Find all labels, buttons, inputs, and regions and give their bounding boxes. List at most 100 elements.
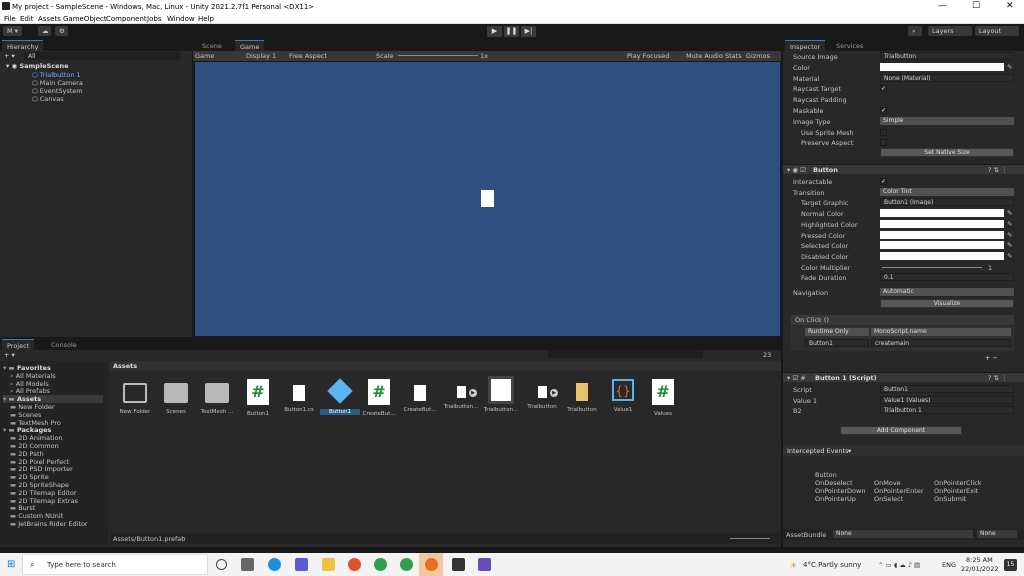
color-swatch[interactable] (880, 230, 1004, 239)
collapse-icon[interactable]: ▾ ◉ ☑ (787, 166, 806, 174)
add-remove-listener[interactable]: + − (985, 354, 998, 362)
tab-game[interactable]: Game (235, 40, 265, 51)
folder-tree-item[interactable]: ▬ Burst (10, 504, 35, 512)
folder-tree-item[interactable]: ▬ 2D Tilemap Extras (10, 497, 78, 505)
runtime-dropdown[interactable]: Runtime Only (805, 328, 869, 336)
language-indicator[interactable]: ENG (942, 561, 956, 569)
chrome-profile-icon[interactable] (400, 558, 413, 571)
asset-item[interactable]: TextMesh ... (197, 379, 237, 415)
visual-studio-icon[interactable] (478, 558, 491, 571)
hierarchy-search-input[interactable]: All (24, 52, 180, 60)
property-field[interactable]: Button1 (Image) (880, 198, 1014, 207)
layers-dropdown[interactable]: Layers (928, 26, 972, 36)
eyedropper-icon[interactable]: ✎ (1007, 220, 1012, 228)
folder-tree-item[interactable]: ▬ 2D SpriteShape (10, 481, 69, 489)
app-icon[interactable] (348, 558, 361, 571)
variant-dropdown[interactable]: None (977, 530, 1017, 538)
weather-text[interactable]: 4°C Partly sunny (803, 561, 861, 569)
folder-tree-item[interactable]: ▾ ▬ Favorites (3, 364, 51, 372)
trialbutton-sprite[interactable] (481, 190, 494, 207)
task-view-icon[interactable] (241, 558, 254, 571)
asset-item[interactable]: CreateBut... (400, 379, 440, 413)
tray-icons[interactable]: ⌃ ▭ ◖ ☁ ♪ ▤ (878, 561, 920, 569)
navigation-dropdown[interactable]: Automatic (880, 288, 1014, 296)
color-swatch[interactable] (880, 251, 1004, 260)
add-component-button[interactable]: Add Component (840, 426, 962, 435)
asset-item[interactable]: # Values (643, 379, 683, 417)
clock-time[interactable]: 8:25 AM (966, 556, 993, 564)
property-field[interactable]: 0.1 (880, 273, 1014, 282)
tab-inspector[interactable]: Inspector (785, 40, 826, 51)
asset-item[interactable]: {} Value1 (603, 379, 643, 413)
hierarchy-item-main-camera[interactable]: ⬡ Main Camera (32, 79, 83, 87)
game-dropdown[interactable]: Game (195, 52, 214, 60)
cortana-icon[interactable] (216, 559, 227, 570)
maximize-button[interactable]: ☐ (972, 1, 980, 11)
tab-project[interactable]: Project (2, 339, 35, 350)
component-menu-icon[interactable]: ? ⇅ ⋮ (988, 374, 1008, 382)
eyedropper-icon[interactable]: ✎ (1007, 63, 1012, 71)
property-field[interactable]: Value1 (Values) (880, 395, 1014, 404)
tab-hierarchy[interactable]: Hierarchy (2, 40, 44, 51)
menu-file[interactable]: File (4, 15, 16, 23)
mute-audio-toggle[interactable]: Mute Audio (686, 52, 723, 60)
explorer-icon[interactable] (322, 558, 335, 571)
color-swatch[interactable] (880, 62, 1004, 71)
target-object-field[interactable]: Button1 (805, 339, 869, 347)
cloud-icon[interactable]: ☁ (38, 26, 51, 36)
asset-item[interactable]: Trialbutton... (481, 376, 521, 413)
stats-toggle[interactable]: Stats (725, 52, 742, 60)
mail-icon[interactable] (295, 558, 308, 571)
search-icon[interactable]: ⌕ (908, 26, 922, 36)
taskbar-search[interactable]: ⌕ Type here to search (22, 554, 208, 575)
property-dropdown[interactable]: Color Tint (880, 187, 1014, 196)
hierarchy-item-trialbutton[interactable]: ⬡ Trialbutton 1 (32, 71, 81, 79)
windows-start-icon[interactable]: ⊞ (7, 559, 15, 570)
folder-tree-item[interactable]: ▬ TextMesh Pro (10, 419, 61, 427)
assetbundle-dropdown[interactable]: None (833, 530, 973, 538)
asset-item[interactable]: Scenes (156, 379, 196, 415)
clock-date[interactable]: 22/01/2022 (961, 565, 998, 573)
play-button[interactable]: ▶ (487, 26, 502, 37)
expand-sprite-icon[interactable]: ▶ (469, 389, 477, 397)
color-swatch[interactable] (880, 209, 1004, 218)
property-field[interactable]: Button1 (880, 385, 1014, 393)
edge-icon[interactable] (268, 558, 281, 571)
property-checkbox[interactable] (880, 139, 887, 147)
aspect-dropdown[interactable]: Free Aspect (289, 52, 327, 60)
eyedropper-icon[interactable]: ✎ (1007, 241, 1012, 249)
folder-tree-item[interactable]: ▬ 2D Sprite (10, 473, 49, 481)
folder-tree-item[interactable]: ▬ JetBrains Rider Editor (10, 520, 88, 528)
property-checkbox[interactable]: ✓ (880, 107, 887, 114)
property-checkbox[interactable]: ✓ (880, 85, 887, 93)
add-icon[interactable]: + ▾ (4, 52, 15, 60)
folder-tree-item[interactable]: ▬ 2D Common (10, 442, 59, 450)
eyedropper-icon[interactable]: ✎ (1007, 209, 1012, 217)
property-field[interactable]: Trialbutton 1 (880, 406, 1014, 414)
icon-size-slider[interactable] (730, 538, 770, 539)
step-button[interactable]: ▶| (521, 26, 536, 37)
scale-slider[interactable] (398, 55, 478, 56)
intercepted-events-header[interactable]: Intercepted Events ▾ (783, 445, 1024, 456)
hierarchy-item-eventsystem[interactable]: ⬡ EventSystem (32, 87, 83, 95)
visualize-button[interactable]: Visualize (880, 299, 1014, 308)
create-icon[interactable]: + ▾ (4, 351, 15, 359)
pause-button[interactable]: ❚❚ (504, 26, 519, 37)
display-dropdown[interactable]: Display 1 (246, 52, 276, 60)
menu-component[interactable]: Component (106, 15, 147, 23)
breadcrumb-assets[interactable]: Assets (113, 362, 137, 370)
multiplier-slider[interactable] (882, 266, 982, 268)
component-menu-icon[interactable]: ? ⇅ ⋮ (988, 166, 1008, 174)
folder-tree-item[interactable]: ▬ New Folder (10, 403, 55, 411)
eyedropper-icon[interactable]: ✎ (1007, 252, 1012, 260)
tab-console[interactable]: Console (46, 339, 82, 350)
menu-jobs[interactable]: Jobs (147, 15, 161, 23)
color-swatch[interactable] (880, 219, 1004, 228)
folder-tree-item[interactable]: ▬ 2D Path (10, 450, 44, 458)
menu-gameobject[interactable]: GameObject (63, 15, 107, 23)
expand-sprite-icon[interactable]: ▶ (550, 389, 558, 397)
folder-tree-item[interactable]: ▬ 2D Animation (10, 434, 63, 442)
set-native-size-button[interactable]: Set Native Size (880, 148, 1014, 157)
property-dropdown[interactable]: Simple (880, 116, 1014, 125)
collab-icon[interactable]: ⚙ (55, 26, 68, 36)
